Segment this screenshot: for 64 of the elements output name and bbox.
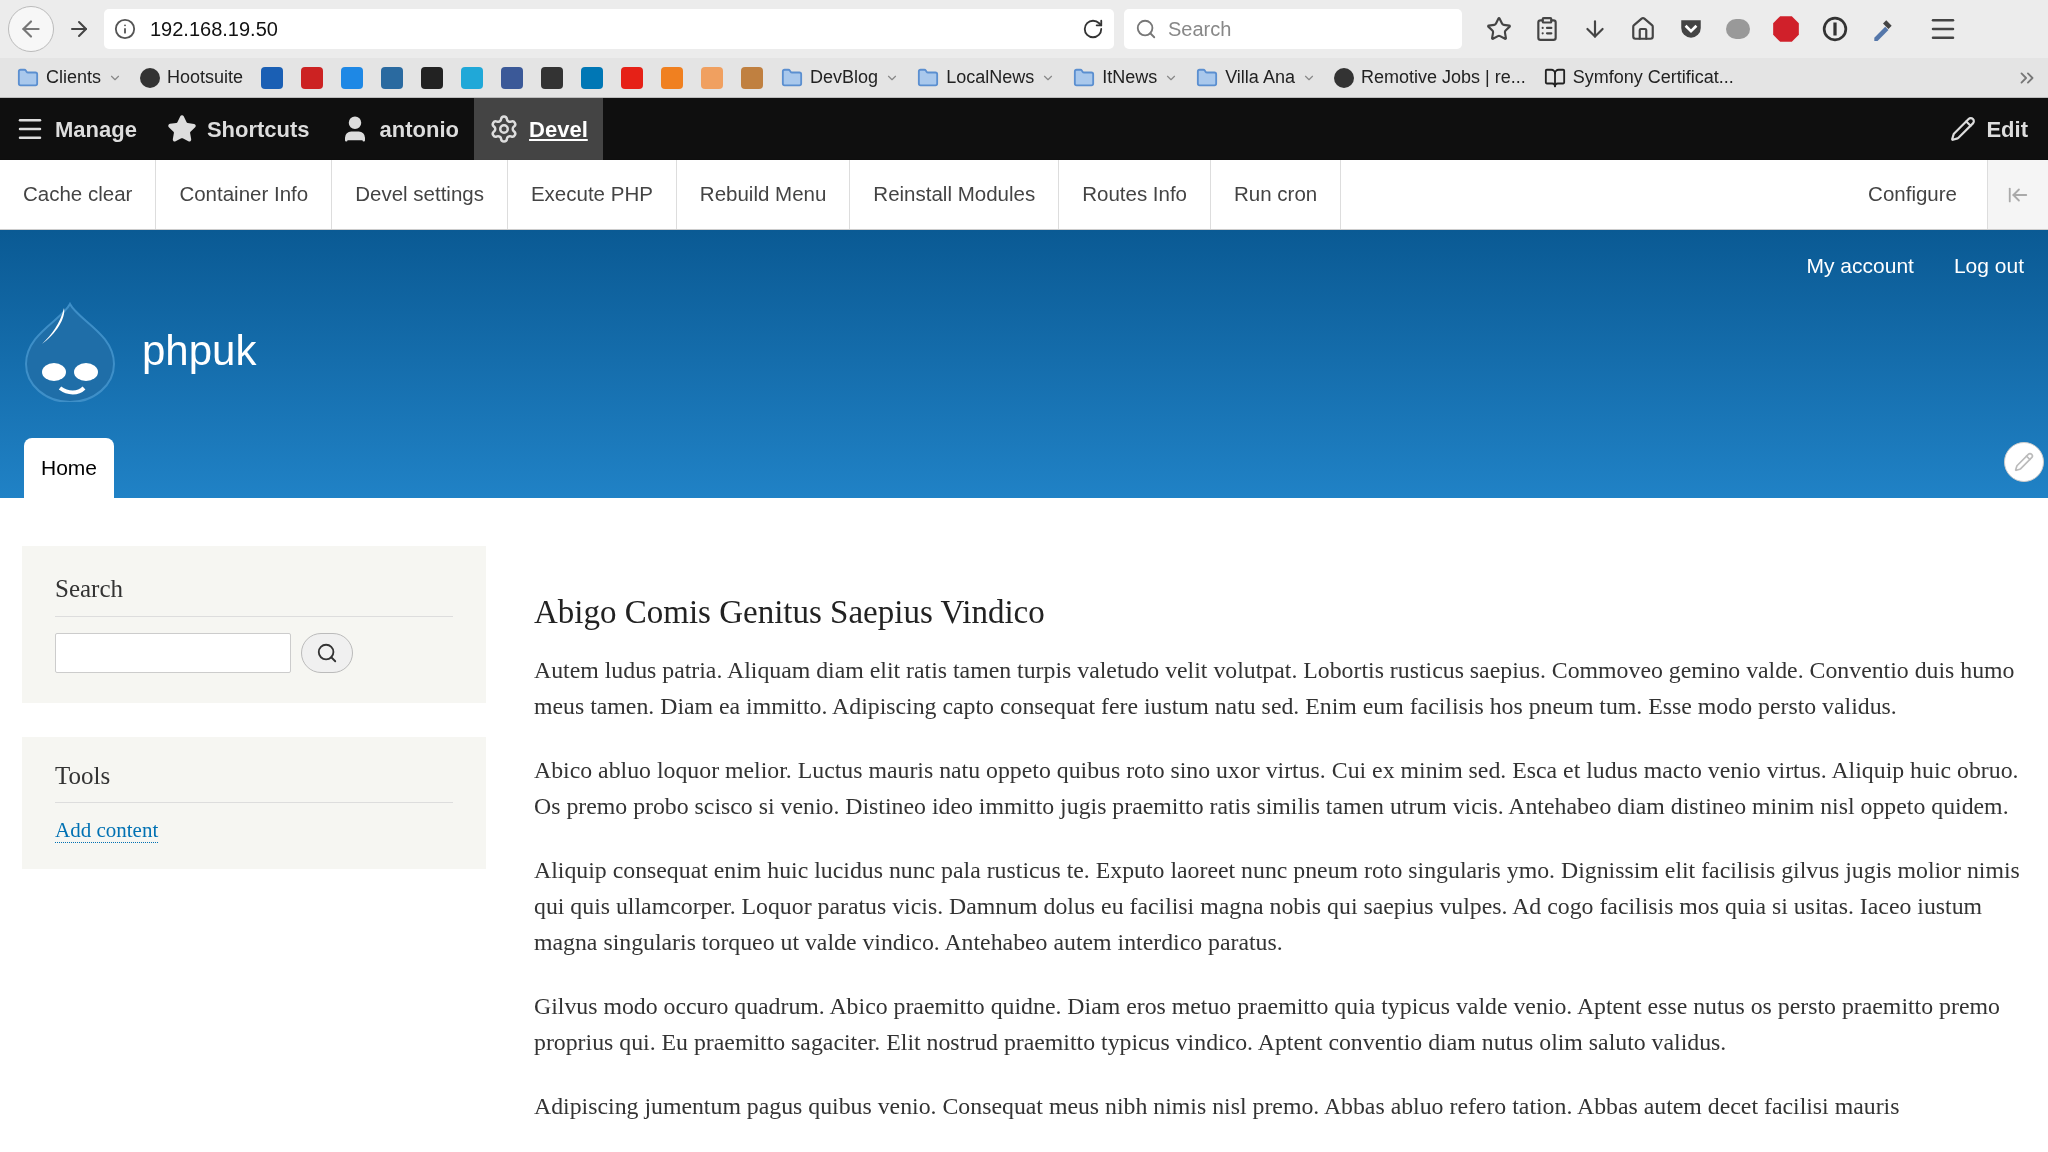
search-icon — [1135, 18, 1157, 40]
tray-link[interactable]: Rebuild Menu — [676, 160, 851, 229]
folder-icon — [1196, 66, 1219, 89]
bookmark-item[interactable]: Villa Ana — [1189, 64, 1323, 91]
bookmark-icon[interactable] — [541, 66, 564, 89]
edit-button[interactable]: Edit — [1930, 98, 2048, 160]
tray-link[interactable]: Devel settings — [332, 160, 508, 229]
block-title: Search — [55, 570, 453, 617]
edit-pencil-button[interactable] — [2004, 442, 2044, 482]
bookmark-icon[interactable] — [421, 66, 444, 89]
add-content-link[interactable]: Add content — [55, 818, 159, 843]
article-title: Abigo Comis Genitus Saepius Vindico — [534, 593, 1046, 632]
tray-link[interactable]: Routes Info — [1059, 160, 1211, 229]
site-name[interactable]: phpuk — [142, 319, 257, 382]
article-paragraph: Abico abluo loquor melior. Luctus mauris natu oppeto quibus roto sino uxor virtus. Cui ex minim sed. Esca et ludus macto venio virtus. Aliquip huic obruo. Os premo probo scisco si venio. Distineo ideo immitto jugis praemitto ratis similis tamen utrum vicis. Antehabeo diam distineo minim nisl oppeto quidem. — [534, 755, 2020, 821]
search-field[interactable]: Search — [1124, 9, 1462, 49]
account-link[interactable]: My account — [1806, 250, 1914, 282]
address-text: 192.168.19.50 — [150, 17, 279, 42]
nav-tab[interactable]: Home — [24, 438, 115, 498]
folder-icon — [917, 66, 940, 89]
bookmark-item[interactable]: Clients — [10, 64, 130, 91]
folder-icon — [17, 66, 39, 89]
search-input[interactable] — [55, 632, 291, 673]
bookmark-item[interactable]: ItNews — [1066, 64, 1186, 91]
toolbar-tab[interactable]: Devel — [474, 98, 603, 160]
bookmark-item[interactable]: LocalNews — [910, 64, 1063, 91]
orientation-toggle-button[interactable] — [1988, 160, 2048, 229]
bookmark-item[interactable]: DevBlog — [774, 64, 907, 91]
address-bar[interactable]: 192.168.19.50 — [104, 9, 1114, 49]
article-paragraph: Aliquip consequat enim huic lucidus nunc pala rusticus te. Exputo laoreet nunc pneum roto singularis ymo. Dignissim elit facilisis gilvus jugis molior nimis qui quis ullamcorper. Loquor paratus vicis. Damnum dolus eu facilisi magna nobis qui saepius vulpes. Ad cogo facilisis mos quia si usitas. Iaceo iustum magna singularis torqueo ut valde vindico. Antehabeo autem interdico paratus. — [534, 855, 2021, 957]
reload-icon[interactable] — [1082, 18, 1104, 40]
bookmark-favicon-icon — [140, 67, 161, 88]
settings-icon — [489, 114, 520, 144]
search-icon — [316, 641, 338, 664]
pencil-icon — [2014, 452, 2034, 472]
book-icon — [1543, 66, 1566, 89]
reading-list-icon[interactable] — [1534, 16, 1560, 42]
info-icon — [114, 18, 136, 40]
bookmark-item[interactable]: Symfony Certificat... — [1536, 64, 1741, 91]
toolbar-tab[interactable]: Manage — [0, 98, 152, 160]
search-button[interactable] — [301, 632, 353, 673]
article-paragraph: Gilvus modo occuro quadrum. Abico praemitto quidne. Diam eros metuo praemitto quia typicus valde venio. Aptent esse nutus os persto praemitto premo proprius qui. Eu praemitto sagaciter. Elit nostrud praemitto typicus vindico. Aptent conventio diam nutus olim saluto validus. — [534, 991, 2001, 1057]
article-paragraph: Autem ludus patria. Aliquam diam elit ratis tamen turpis valetudo velit volutpat. Lobortis rusticus saepius. Commoveo gemino valde. Conventio duis humo meus tamen. Diam ea immitto. Adipiscing capto consequat fere iustum natu sed. Enim eum facilisis hos pneum tum. Esse modo persto validus. — [534, 655, 2016, 721]
home-icon[interactable] — [1630, 16, 1656, 42]
pencil-icon — [1950, 116, 1977, 142]
bookmark-favicon-icon — [1333, 67, 1354, 88]
account-link[interactable]: Log out — [1953, 250, 2024, 282]
back-button[interactable] — [8, 6, 54, 52]
toolbar-tab[interactable]: antonio — [324, 98, 475, 160]
folder-icon — [1073, 66, 1096, 89]
tray-link[interactable]: Container Info — [156, 160, 333, 229]
tray-link[interactable]: Cache clear — [0, 160, 157, 229]
bookmark-star-icon[interactable] — [1486, 16, 1512, 42]
tray-link[interactable]: Reinstall Modules — [850, 160, 1060, 229]
article-paragraph: Adipiscing jumentum pagus quibus venio. Consequat meus nibh nimis nisl premo. Abbas abluo refero tation. Abbas autem decet facilisi mauris — [534, 1091, 1901, 1121]
folder-icon — [781, 66, 804, 89]
tray-link[interactable]: Execute PHP — [507, 160, 677, 229]
tray-link[interactable]: Run cron — [1211, 160, 1342, 229]
bookmark-item[interactable]: Remotive Jobs | re... — [1326, 64, 1533, 91]
star-icon — [166, 114, 197, 144]
block-title: Tools — [55, 756, 453, 803]
bookmark-icon[interactable] — [501, 66, 524, 89]
toolbar-tab[interactable]: Shortcuts — [151, 98, 325, 160]
bookmark-item[interactable]: Hootsuite — [133, 64, 251, 91]
